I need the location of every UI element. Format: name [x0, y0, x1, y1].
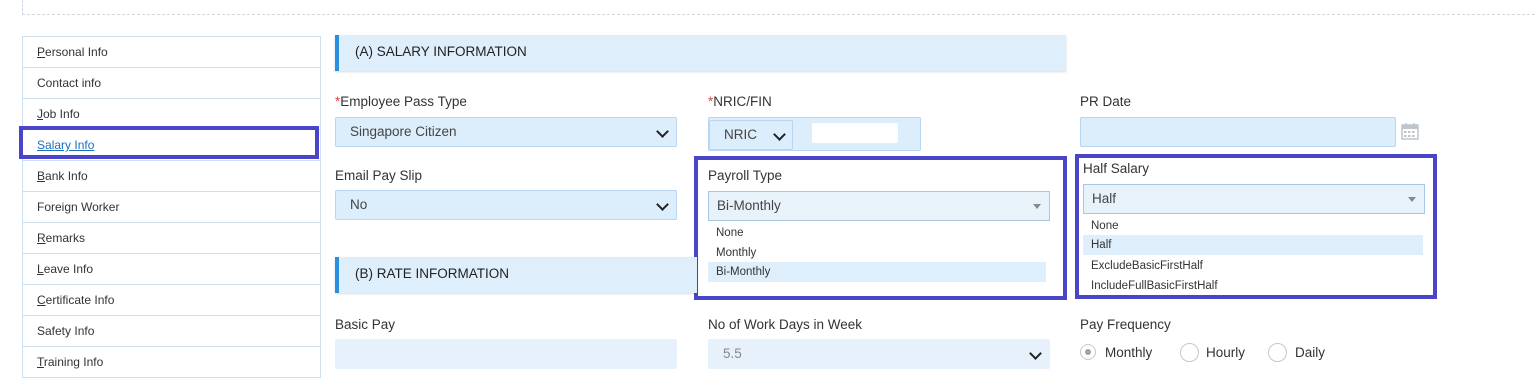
sidebar-item-certificate-info[interactable]: Certificate Info [23, 285, 320, 316]
sidebar-item-training-info[interactable]: Training Info [23, 347, 320, 378]
sidebar-item-remarks[interactable]: Remarks [23, 223, 320, 254]
half-option-exclude-basic-first-half[interactable]: ExcludeBasicFirstHalf [1091, 256, 1203, 276]
sidebar-item-leave-info[interactable]: Leave Info [23, 254, 320, 285]
pass-type-select[interactable]: Singapore Citizen [335, 117, 677, 147]
chevron-down-icon [773, 128, 786, 141]
half-option-none[interactable]: None [1091, 216, 1119, 236]
half-salary-select[interactable]: Half [1083, 184, 1425, 214]
sidebar-item-foreign-worker[interactable]: Foreign Worker [23, 192, 320, 223]
top-divider [22, 0, 1535, 15]
half-salary-label: Half Salary [1083, 161, 1150, 176]
caret-down-icon [1033, 204, 1041, 209]
payroll-option-monthly[interactable]: Monthly [716, 243, 756, 263]
sidebar-item-safety-info[interactable]: Safety Info [23, 316, 320, 347]
pr-date-input[interactable] [1080, 117, 1396, 147]
pay-frequency-hourly-radio[interactable] [1180, 343, 1199, 362]
pay-frequency-daily-radio[interactable] [1268, 343, 1287, 362]
pay-frequency-monthly-label: Monthly [1105, 345, 1153, 360]
chevron-down-icon [656, 125, 669, 138]
sidebar-item-bank-info[interactable]: Bank Info [23, 161, 320, 192]
work-days-label: No of Work Days in Week [708, 317, 863, 332]
nric-type-select[interactable]: NRIC [709, 120, 793, 150]
payroll-option-none[interactable]: None [716, 223, 744, 243]
sidebar-item-contact-info[interactable]: Contact info [23, 68, 320, 99]
email-pay-slip-label: Email Pay Slip [335, 168, 423, 183]
section-salary-information: (A) SALARY INFORMATION [335, 35, 1066, 71]
highlight-salary-info [19, 126, 319, 159]
pay-frequency-daily-label: Daily [1295, 345, 1326, 360]
pay-frequency-label: Pay Frequency [1080, 317, 1171, 332]
nric-number-input[interactable] [812, 123, 898, 143]
chevron-down-icon [656, 198, 669, 211]
basic-pay-input[interactable] [335, 339, 677, 369]
half-option-half[interactable]: Half [1083, 235, 1423, 255]
pr-date-label: PR Date [1080, 94, 1132, 109]
calendar-icon[interactable] [1401, 122, 1419, 140]
work-days-select[interactable]: 5.5 [708, 339, 1050, 369]
pay-frequency-monthly-radio[interactable] [1080, 344, 1096, 360]
chevron-down-icon [1029, 347, 1042, 360]
basic-pay-label: Basic Pay [335, 317, 396, 332]
caret-down-icon [1408, 197, 1416, 202]
sidebar-item-personal-info[interactable]: Personal Info [23, 37, 320, 68]
sidebar-nav: Personal Info Contact info Job Info Sala… [22, 36, 321, 378]
email-pay-slip-select[interactable]: No [335, 190, 677, 220]
half-option-include-full-basic-first-half[interactable]: IncludeFullBasicFirstHalf [1091, 276, 1218, 296]
nric-group: NRIC [708, 117, 921, 151]
pass-type-label: *Employee Pass Type [335, 94, 467, 109]
payroll-type-label: Payroll Type [708, 168, 783, 183]
pay-frequency-hourly-label: Hourly [1206, 345, 1246, 360]
nric-label: *NRIC/FIN [708, 94, 772, 109]
payroll-type-select[interactable]: Bi-Monthly [708, 191, 1050, 221]
section-rate-information: (B) RATE INFORMATION [335, 257, 697, 293]
payroll-option-bi-monthly[interactable]: Bi-Monthly [708, 262, 1046, 282]
